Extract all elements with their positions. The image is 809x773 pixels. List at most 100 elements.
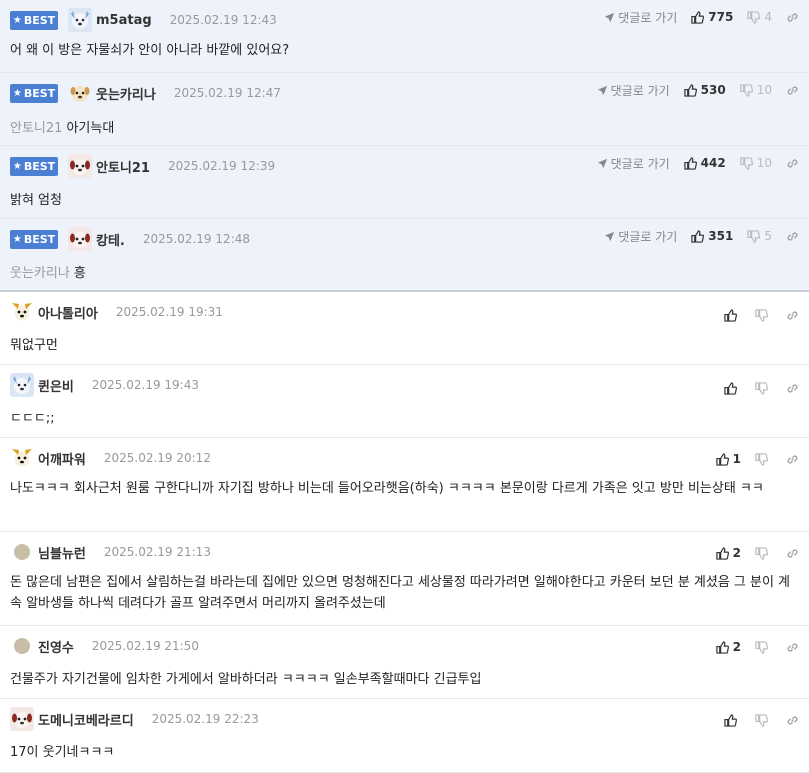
avatar[interactable] (68, 227, 92, 251)
thumbs-up-icon (724, 381, 737, 395)
go-to-reply-button[interactable]: 댓글로 가기 (597, 155, 670, 172)
downvote-button[interactable] (755, 452, 772, 466)
downvote-button[interactable] (755, 546, 772, 560)
nickname[interactable]: m5atag (96, 13, 152, 28)
upvote-button[interactable]: 1 (715, 452, 741, 466)
go-to-reply-button[interactable]: 댓글로 가기 (604, 228, 677, 245)
downvote-button[interactable]: 10 (740, 83, 772, 97)
nickname[interactable]: 캉테. (96, 230, 125, 249)
link-button[interactable] (786, 714, 799, 727)
star-icon: ★ (12, 14, 22, 26)
comment-text: 돈 많은데 남편은 집에서 살림하는걸 바라는데 집에만 있으면 멍청해진다고 … (10, 572, 800, 614)
go-to-reply-button[interactable]: 댓글로 가기 (604, 9, 677, 26)
go-to-reply-label: 댓글로 가기 (618, 229, 678, 244)
avatar[interactable] (68, 154, 92, 178)
mention[interactable]: 안토니21 (10, 121, 62, 136)
comment-date: 2025.02.19 19:31 (115, 305, 223, 319)
downvote-button[interactable] (755, 308, 772, 322)
thumbs-up-icon (724, 308, 737, 322)
avatar[interactable] (10, 446, 34, 470)
downvote-button[interactable]: 4 (747, 10, 772, 24)
link-button[interactable] (786, 547, 799, 560)
downvote-count: 5 (764, 229, 772, 243)
avatar[interactable] (68, 8, 92, 32)
upvote-count: 351 (708, 229, 734, 243)
comment-text: 안토니21 아기늑대 (10, 117, 114, 136)
downvote-button[interactable] (755, 713, 772, 727)
go-to-reply-label: 댓글로 가기 (618, 10, 678, 25)
upvote-button[interactable]: 442 (683, 156, 726, 170)
upvote-button[interactable]: 2 (715, 546, 741, 560)
thumbs-up-icon (724, 713, 737, 727)
link-button[interactable] (786, 453, 799, 466)
comment: 도메니코베라르디 2025.02.19 22:23 17이 웃기네ㅋㅋㅋ (0, 699, 809, 773)
nickname[interactable]: 아나톨리아 (38, 303, 98, 322)
comment-body: 어 왜 이 방은 자물쇠가 안이 아니라 바깥에 있어요? (10, 43, 290, 58)
comment-date: 2025.02.19 20:12 (103, 451, 211, 465)
nickname[interactable]: 도메니코베라르디 (38, 710, 134, 729)
downvote-button[interactable] (755, 381, 772, 395)
nickname[interactable]: 진영수 (38, 637, 74, 656)
send-icon (605, 12, 615, 22)
best-badge-label: BEST (23, 13, 56, 27)
thumbs-down-icon (740, 83, 753, 97)
comment-date: 2025.02.19 21:50 (91, 639, 199, 653)
link-button[interactable] (786, 84, 799, 97)
best-badge: ★ BEST (10, 83, 58, 103)
thumbs-down-icon (747, 10, 761, 24)
upvote-button[interactable] (724, 713, 741, 727)
avatar[interactable] (68, 81, 92, 105)
upvote-count: 2 (732, 640, 741, 654)
nickname[interactable]: 퀸은비 (38, 376, 74, 395)
nickname[interactable]: 어깨파워 (38, 449, 86, 468)
upvote-button[interactable]: 351 (691, 229, 733, 243)
send-icon (597, 85, 607, 95)
downvote-count: 10 (756, 83, 772, 97)
link-button[interactable] (786, 230, 799, 243)
upvote-button[interactable]: 530 (683, 83, 726, 97)
thumbs-up-icon (715, 452, 729, 466)
comment-body: ㄷㄷㄷ;; (10, 411, 55, 426)
mention[interactable]: 웃는카리나 (10, 266, 70, 281)
downvote-button[interactable] (755, 640, 772, 654)
nickname[interactable]: 님블뉴런 (38, 543, 86, 562)
send-icon (605, 231, 615, 241)
comment-text: 뭐없구먼 (10, 334, 58, 353)
link-button[interactable] (786, 157, 799, 170)
comment-date: 2025.02.19 12:39 (167, 159, 276, 173)
avatar[interactable] (14, 544, 30, 560)
thumbs-down-icon (740, 156, 753, 170)
comment-date: 2025.02.19 12:48 (142, 232, 250, 246)
avatar[interactable] (14, 638, 30, 654)
nickname[interactable]: 웃는카리나 (96, 84, 156, 103)
avatar[interactable] (10, 707, 34, 731)
upvote-button[interactable]: 2 (715, 640, 741, 654)
comment-body: 돈 많은데 남편은 집에서 살림하는걸 바라는데 집에만 있으면 멍청해진다고 … (10, 575, 791, 611)
avatar[interactable] (10, 300, 34, 324)
downvote-button[interactable]: 5 (747, 229, 772, 243)
comment: 어깨파워 2025.02.19 20:12 1 나도ㅋㅋㅋ 회사근처 원룸 구한… (0, 438, 809, 532)
downvote-button[interactable]: 10 (740, 156, 772, 170)
upvote-button[interactable] (724, 381, 741, 395)
link-icon (787, 383, 798, 393)
comment-body: 아기늑대 (66, 121, 115, 136)
link-button[interactable] (786, 641, 799, 654)
comment-date: 2025.02.19 12:47 (173, 86, 281, 100)
thumbs-down-icon (755, 546, 768, 560)
comment-body: 흥 (73, 266, 86, 281)
comment-date: 2025.02.19 21:13 (103, 545, 211, 559)
go-to-reply-button[interactable]: 댓글로 가기 (597, 82, 670, 99)
link-button[interactable] (786, 309, 799, 322)
link-icon (787, 231, 798, 241)
link-icon (787, 158, 798, 168)
best-comment: ★ BEST m5atag 2025.02.19 12:43 댓글로 가기 775… (0, 0, 809, 73)
upvote-button[interactable] (724, 308, 741, 322)
link-icon (787, 454, 798, 464)
upvote-button[interactable]: 775 (691, 10, 733, 24)
link-button[interactable] (786, 11, 799, 24)
nickname[interactable]: 안토니21 (96, 157, 150, 176)
best-badge-label: BEST (23, 159, 56, 173)
avatar[interactable] (10, 373, 34, 397)
upvote-count: 2 (732, 546, 741, 560)
link-button[interactable] (786, 382, 799, 395)
